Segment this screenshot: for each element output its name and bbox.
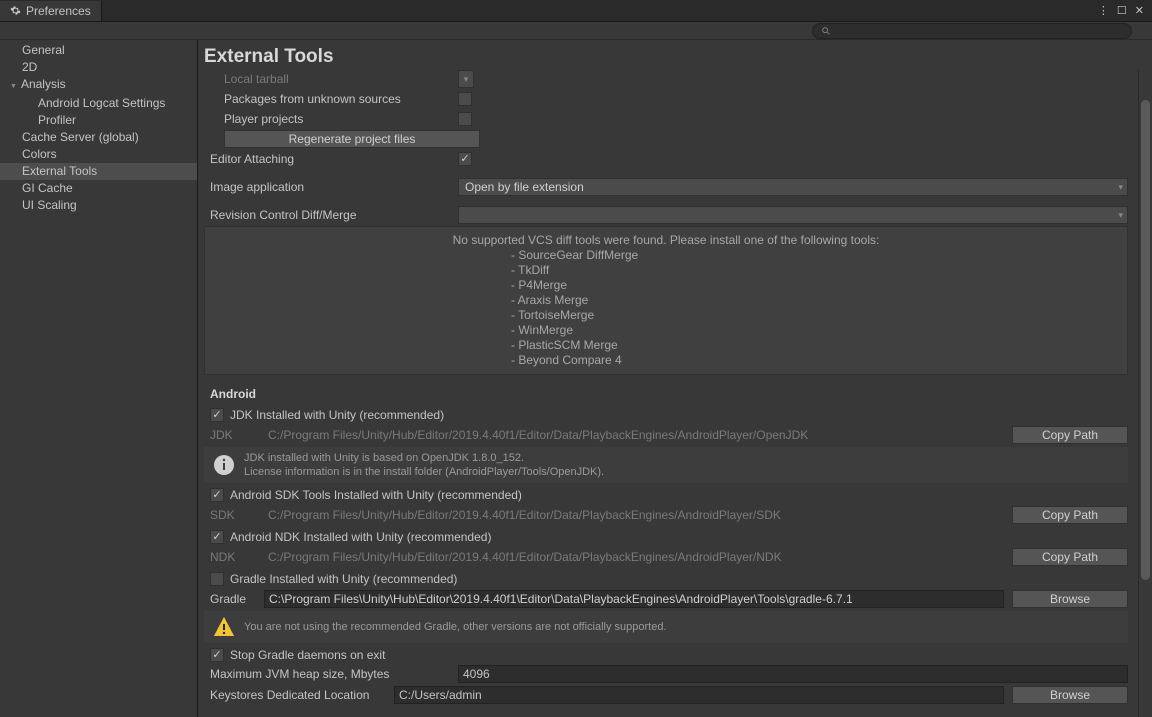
sidebar-item-ui-scaling[interactable]: UI Scaling [0, 197, 197, 214]
keystore-browse-button[interactable]: Browse [1012, 686, 1128, 704]
jdk-checkbox[interactable] [210, 408, 224, 422]
maximize-icon[interactable]: ☐ [1115, 4, 1129, 17]
local-tarball-dropdown[interactable] [458, 70, 474, 88]
info-icon [212, 453, 236, 477]
android-section-title: Android [204, 377, 1128, 405]
player-projects-label: Player projects [204, 112, 458, 126]
image-app-label: Image application [204, 180, 458, 194]
vcs-message: No supported VCS diff tools were found. … [211, 233, 1121, 248]
vcs-tool-item: - TortoiseMerge [211, 308, 1121, 323]
jdk-path-field: C:/Program Files/Unity/Hub/Editor/2019.4… [264, 426, 1004, 444]
tab-title: Preferences [26, 4, 91, 18]
image-app-dropdown[interactable]: Open by file extension [458, 178, 1128, 196]
ndk-path-field: C:/Program Files/Unity/Hub/Editor/2019.4… [264, 548, 1004, 566]
vertical-scrollbar[interactable] [1138, 70, 1152, 717]
search-icon [821, 26, 831, 36]
sdk-checkbox[interactable] [210, 488, 224, 502]
sidebar-item-analysis[interactable]: Analysis [0, 76, 197, 95]
gradle-warn-box: You are not using the recommended Gradle… [204, 611, 1128, 643]
vcs-tool-item: - Beyond Compare 4 [211, 353, 1121, 368]
close-icon[interactable]: ✕ [1133, 4, 1146, 17]
jdk-copy-button[interactable]: Copy Path [1012, 426, 1128, 444]
vcs-tool-item: - WinMerge [211, 323, 1121, 338]
sdk-path-field: C:/Program Files/Unity/Hub/Editor/2019.4… [264, 506, 1004, 524]
sdk-check-label: Android SDK Tools Installed with Unity (… [230, 488, 522, 502]
warning-icon [212, 615, 236, 639]
jdk-info-box: JDK installed with Unity is based on Ope… [204, 447, 1128, 483]
vcs-tool-item: - SourceGear DiffMerge [211, 248, 1121, 263]
regenerate-button[interactable]: Regenerate project files [224, 130, 480, 148]
jdk-label: JDK [204, 428, 260, 442]
editor-attaching-checkbox[interactable] [458, 152, 472, 166]
keystore-label: Keystores Dedicated Location [204, 688, 390, 702]
local-tarball-label: Local tarball [204, 72, 458, 86]
revision-label: Revision Control Diff/Merge [204, 208, 458, 222]
sdk-copy-button[interactable]: Copy Path [1012, 506, 1128, 524]
window-controls: ⋮ ☐ ✕ [1096, 4, 1152, 17]
sidebar-item-android-logcat-settings[interactable]: Android Logcat Settings [0, 95, 197, 112]
keystore-path-field[interactable]: C:/Users/admin [394, 686, 1004, 704]
titlebar: Preferences ⋮ ☐ ✕ [0, 0, 1152, 22]
page-title: External Tools [198, 40, 1152, 74]
stop-daemons-label: Stop Gradle daemons on exit [230, 648, 385, 662]
sidebar-item-general[interactable]: General [0, 42, 197, 59]
sidebar-item-profiler[interactable]: Profiler [0, 112, 197, 129]
sidebar-item-colors[interactable]: Colors [0, 146, 197, 163]
gradle-label: Gradle [204, 592, 260, 606]
vcs-tool-item: - TkDiff [211, 263, 1121, 278]
vcs-tool-item: - Araxis Merge [211, 293, 1121, 308]
preferences-tab[interactable]: Preferences [0, 1, 102, 21]
vcs-info-box: No supported VCS diff tools were found. … [204, 226, 1128, 375]
ndk-copy-button[interactable]: Copy Path [1012, 548, 1128, 566]
jvm-heap-label: Maximum JVM heap size, Mbytes [204, 667, 458, 681]
search-row [0, 22, 1152, 40]
sdk-label: SDK [204, 508, 260, 522]
unknown-sources-label: Packages from unknown sources [204, 92, 458, 106]
jdk-check-label: JDK Installed with Unity (recommended) [230, 408, 444, 422]
search-input[interactable] [812, 23, 1132, 39]
jvm-heap-field[interactable]: 4096 [458, 665, 1128, 683]
unknown-sources-checkbox[interactable] [458, 92, 472, 106]
revision-dropdown[interactable] [458, 206, 1128, 224]
player-projects-checkbox[interactable] [458, 112, 472, 126]
gear-icon [10, 5, 21, 16]
gradle-path-field[interactable] [264, 590, 1004, 608]
sidebar-item-2d[interactable]: 2D [0, 59, 197, 76]
content-area: External Tools Local tarball Packages fr… [198, 40, 1152, 717]
sidebar-item-gi-cache[interactable]: GI Cache [0, 180, 197, 197]
gradle-check-label: Gradle Installed with Unity (recommended… [230, 572, 457, 586]
sidebar: General2DAnalysisAndroid Logcat Settings… [0, 40, 198, 717]
scrollbar-thumb[interactable] [1141, 100, 1150, 580]
editor-attaching-label: Editor Attaching [204, 152, 458, 166]
gradle-browse-button[interactable]: Browse [1012, 590, 1128, 608]
sidebar-item-cache-server-global-[interactable]: Cache Server (global) [0, 129, 197, 146]
ndk-check-label: Android NDK Installed with Unity (recomm… [230, 530, 491, 544]
ndk-label: NDK [204, 550, 260, 564]
ndk-checkbox[interactable] [210, 530, 224, 544]
stop-daemons-checkbox[interactable] [210, 648, 224, 662]
vcs-tool-item: - P4Merge [211, 278, 1121, 293]
sidebar-item-external-tools[interactable]: External Tools [0, 163, 197, 180]
menu-icon[interactable]: ⋮ [1096, 4, 1111, 17]
gradle-checkbox[interactable] [210, 572, 224, 586]
vcs-tool-item: - PlasticSCM Merge [211, 338, 1121, 353]
